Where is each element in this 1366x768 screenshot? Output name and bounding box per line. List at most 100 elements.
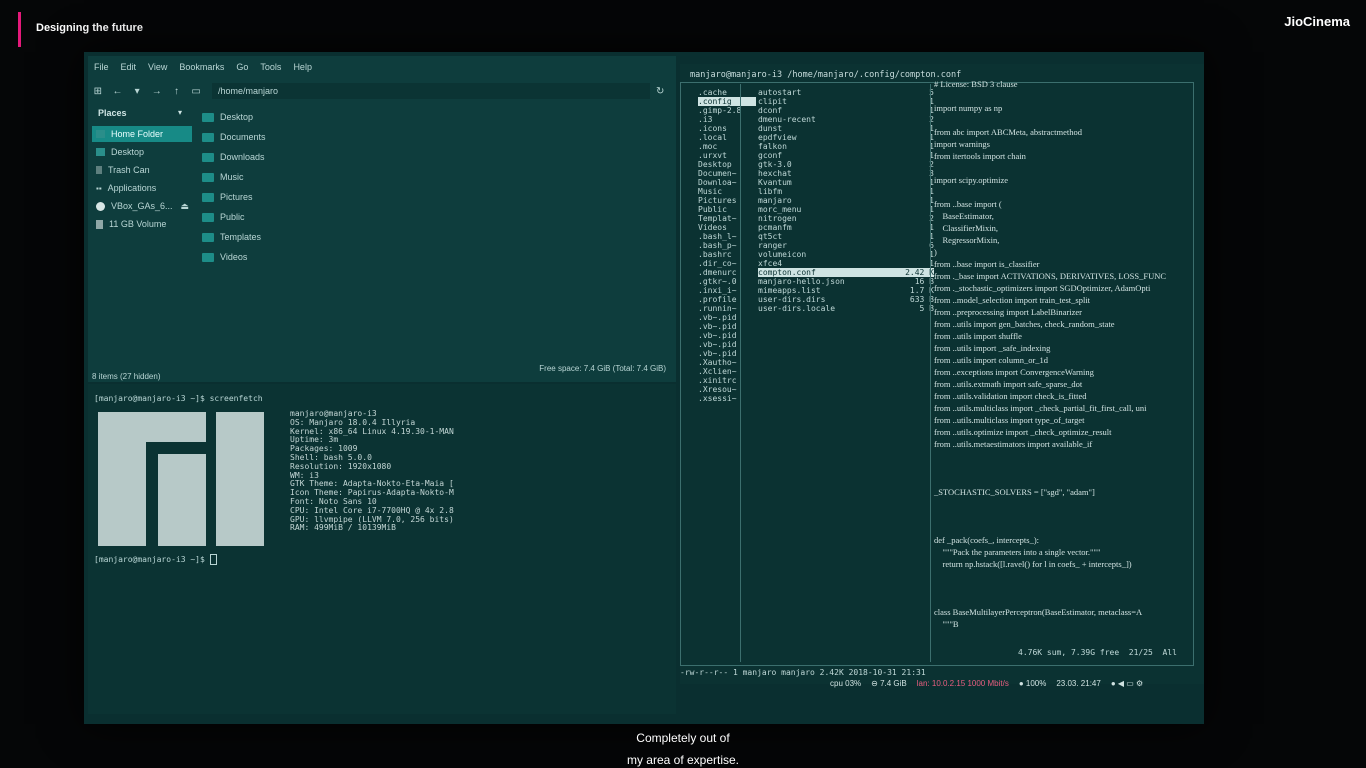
list-item[interactable]: xfce4 1 [758, 259, 934, 268]
list-item[interactable]: .gimp-2.8 [698, 106, 756, 115]
sidebar-item-desktop[interactable]: Desktop [92, 144, 192, 160]
list-item-size: 16 B [914, 277, 934, 286]
list-item[interactable]: .Xclien~ [698, 367, 756, 376]
list-item[interactable]: autostart 5 [758, 88, 934, 97]
list-item[interactable]: .gtkr~.0 [698, 277, 756, 286]
tray-icons[interactable]: ● ◀ ▭ ⚙ [1111, 679, 1143, 688]
code-line: from ..utils.extmath import safe_sparse_… [934, 379, 1083, 389]
list-item[interactable]: .config [698, 97, 756, 106]
list-item[interactable]: .profile [698, 295, 756, 304]
list-item[interactable]: pcmanfm 1 [758, 223, 934, 232]
list-item[interactable]: .bash_p~ [698, 241, 756, 250]
list-item[interactable]: manjaro-hello.json 16 B [758, 277, 934, 286]
list-item[interactable]: .Xresou~ [698, 385, 756, 394]
list-item[interactable]: epdfview 1 [758, 133, 934, 142]
list-item[interactable]: Downloa~ [698, 178, 756, 187]
list-item[interactable]: .cache [698, 88, 756, 97]
list-item[interactable]: ranger 6 [758, 241, 934, 250]
places-sidebar: Places ▾ Home Folder Desktop Trash Can ▪… [88, 106, 194, 378]
list-item[interactable]: .local [698, 133, 756, 142]
list-item[interactable]: dmenu-recent 2 [758, 115, 934, 124]
menu-help[interactable]: Help [287, 60, 318, 78]
list-item[interactable]: falkon 1 [758, 142, 934, 151]
forward-icon[interactable]: → [147, 86, 167, 97]
sidebar-item-volume[interactable]: 11 GB Volume [92, 216, 192, 232]
list-item[interactable]: hexchat 3 [758, 169, 934, 178]
list-item[interactable]: nitrogen 2 [758, 214, 934, 223]
menu-bar: File Edit View Bookmarks Go Tools Help [88, 60, 318, 78]
list-item[interactable]: gconf 1 [758, 151, 934, 160]
list-item[interactable]: .icons [698, 124, 756, 133]
list-item[interactable]: .bash_l~ [698, 232, 756, 241]
menu-edit[interactable]: Edit [115, 60, 143, 78]
menu-file[interactable]: File [88, 60, 115, 78]
list-item[interactable]: volumeicon 1 [758, 250, 934, 259]
eject-icon[interactable]: ⏏ [181, 201, 190, 212]
list-item[interactable]: Desktop [698, 160, 756, 169]
sidebar-item-home[interactable]: Home Folder [92, 126, 192, 142]
list-item[interactable]: .vb~.pid [698, 313, 756, 322]
list-item[interactable]: .i3 [698, 115, 756, 124]
list-item[interactable]: .vb~.pid [698, 322, 756, 331]
list-item[interactable]: Public [698, 205, 756, 214]
list-item[interactable]: Videos [202, 248, 247, 266]
list-item[interactable]: .vb~.pid [698, 349, 756, 358]
list-item[interactable]: Pictures [698, 196, 756, 205]
list-item[interactable]: Documents [202, 128, 266, 146]
list-item[interactable]: Videos [698, 223, 756, 232]
terminal-window[interactable]: [manjaro@manjaro-i3 ~]$ screenfetch manj… [88, 384, 676, 714]
list-item-name: morc_menu [758, 205, 802, 214]
list-item[interactable]: dunst 1 [758, 124, 934, 133]
sidebar-item-vbox[interactable]: VBox_GAs_6... ⏏ [92, 198, 192, 214]
list-item[interactable]: .urxvt [698, 151, 756, 160]
menu-view[interactable]: View [142, 60, 173, 78]
list-item[interactable]: .Xautho~ [698, 358, 756, 367]
list-item[interactable]: manjaro 1 [758, 196, 934, 205]
list-item[interactable]: .runnin~ [698, 304, 756, 313]
list-item[interactable]: .dir_co~ [698, 259, 756, 268]
list-item-name: autostart [758, 88, 802, 97]
subtitle-line-1: Completely out of [636, 731, 730, 745]
back-icon[interactable]: ← [108, 86, 128, 97]
list-item[interactable]: .xinitrc [698, 376, 756, 385]
list-item[interactable]: Downloads [202, 148, 265, 166]
places-toggle-icon[interactable]: ▾ [178, 108, 182, 117]
list-item[interactable]: dconf 1 [758, 106, 934, 115]
list-item[interactable]: .dmenurc [698, 268, 756, 277]
list-item[interactable]: mimeapps.list 1.7 K [758, 286, 934, 295]
new-tab-icon[interactable]: ⊞ [88, 86, 108, 97]
sidebar-item-trash[interactable]: Trash Can [92, 162, 192, 178]
list-item-name: manjaro-hello.json [758, 277, 845, 286]
list-item[interactable]: compton.conf 2.42 K [758, 268, 934, 277]
list-item[interactable]: Kvantum 1 [758, 178, 934, 187]
list-item[interactable]: morc_menu 1 [758, 205, 934, 214]
list-item[interactable]: Public [202, 208, 245, 226]
list-item[interactable]: Desktop [202, 108, 253, 126]
list-item[interactable]: clipit 1 [758, 97, 934, 106]
list-item[interactable]: Documen~ [698, 169, 756, 178]
list-item[interactable]: Music [698, 187, 756, 196]
list-item[interactable]: gtk-3.0 2 [758, 160, 934, 169]
up-icon[interactable]: ↑ [167, 86, 187, 97]
menu-go[interactable]: Go [230, 60, 254, 78]
list-item[interactable]: user-dirs.locale 5 B [758, 304, 934, 313]
list-item[interactable]: .vb~.pid [698, 331, 756, 340]
reload-icon[interactable]: ↻ [650, 86, 670, 97]
list-item[interactable]: user-dirs.dirs 633 B [758, 295, 934, 304]
list-item[interactable]: Templat~ [698, 214, 756, 223]
list-item[interactable]: .moc [698, 142, 756, 151]
list-item[interactable]: .xsessi~ [698, 394, 756, 403]
list-item[interactable]: libfm 1 [758, 187, 934, 196]
list-item[interactable]: qt5ct 1 [758, 232, 934, 241]
menu-bookmarks[interactable]: Bookmarks [173, 60, 230, 78]
list-item[interactable]: .bashrc [698, 250, 756, 259]
list-item[interactable]: .vb~.pid [698, 340, 756, 349]
menu-tools[interactable]: Tools [254, 60, 287, 78]
sidebar-item-applications[interactable]: ▪▪ Applications [92, 180, 192, 196]
list-item[interactable]: .inxi_i~ [698, 286, 756, 295]
path-input[interactable]: /home/manjaro [211, 83, 651, 99]
history-dropdown-icon[interactable]: ▾ [127, 86, 147, 97]
list-item[interactable]: Templates [202, 228, 261, 246]
list-item[interactable]: Pictures [202, 188, 253, 206]
list-item[interactable]: Music [202, 168, 244, 186]
